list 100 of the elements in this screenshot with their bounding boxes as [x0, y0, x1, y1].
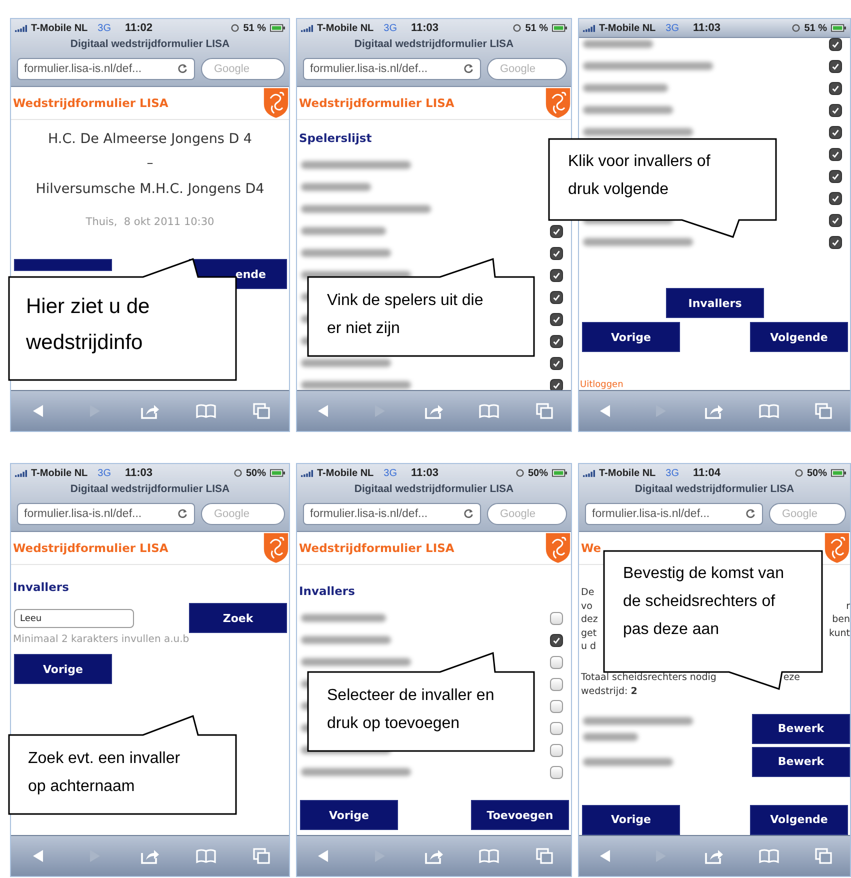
checkbox[interactable]: [829, 214, 842, 226]
checkbox[interactable]: [550, 356, 563, 370]
address-field[interactable]: formulier.lisa-is.nl/def...: [17, 502, 195, 524]
form-button[interactable]: Toevoegen: [471, 800, 569, 830]
form-button[interactable]: Invallers: [666, 288, 764, 318]
tabs-icon[interactable]: [251, 403, 272, 419]
checkbox[interactable]: [550, 766, 563, 778]
bookmarks-icon[interactable]: [758, 848, 779, 864]
lock-rotation-icon: [516, 469, 524, 477]
checkbox[interactable]: [550, 312, 563, 326]
checkbox[interactable]: [550, 700, 563, 712]
lock-rotation-icon: [231, 24, 240, 32]
bookmarks-icon[interactable]: [196, 848, 216, 864]
address-field[interactable]: formulier.lisa-is.nl/def...: [303, 58, 481, 80]
site-title: Wedstrijdformulier LISA: [13, 96, 168, 110]
page-title: Digitaal wedstrijdformulier LISA: [353, 482, 515, 496]
carrier-name: T-Mobile NL: [317, 468, 374, 478]
checkbox[interactable]: [550, 224, 563, 238]
checkbox[interactable]: [550, 656, 563, 668]
tabs-icon[interactable]: [534, 848, 554, 864]
form-button[interactable]: Volgende: [750, 804, 848, 834]
share-icon[interactable]: [704, 403, 724, 419]
info-text: vo: [581, 600, 592, 613]
page-title: Digitaal wedstrijdformulier LISA: [634, 482, 796, 496]
info-text: kunt: [829, 626, 850, 640]
form-button[interactable]: Bewerk: [752, 746, 850, 776]
form-button[interactable]: Vorige: [300, 800, 398, 830]
blurred-name: [583, 732, 638, 740]
match-date: Thuis, 8 okt 2011 10:30: [86, 216, 214, 228]
network-type: 3G: [666, 468, 680, 478]
share-icon[interactable]: [424, 848, 444, 864]
bookmarks-icon[interactable]: [478, 403, 499, 419]
form-button[interactable]: Volgende: [750, 322, 848, 352]
address-field[interactable]: formulier.lisa-is.nl/def...: [303, 502, 481, 524]
form-button[interactable]: Vorige: [582, 322, 680, 352]
site-title: Wedstrijdformulier LISA: [299, 96, 454, 110]
tabs-icon[interactable]: [251, 848, 272, 864]
carrier-name: T-Mobile NL: [317, 22, 374, 34]
address-field[interactable]: formulier.lisa-is.nl/def...: [585, 502, 763, 524]
site-title: Wedstrijdformulier LISA: [13, 541, 168, 555]
checkbox[interactable]: [550, 334, 563, 348]
battery-icon: [270, 469, 285, 477]
battery-percentage: 51 %: [804, 22, 827, 34]
info-text: u d: [581, 640, 596, 654]
checkbox[interactable]: [829, 236, 842, 248]
reload-icon[interactable]: [177, 508, 188, 519]
checkbox[interactable]: [829, 82, 842, 94]
network-type: 3G: [666, 22, 680, 34]
checkbox[interactable]: [550, 268, 563, 282]
share-icon[interactable]: [424, 403, 444, 419]
checkbox[interactable]: [829, 148, 842, 160]
tabs-icon[interactable]: [812, 403, 833, 419]
bookmarks-icon[interactable]: [478, 848, 499, 864]
checkbox[interactable]: [829, 192, 842, 204]
page-title: Digitaal wedstrijdformulier LISA: [69, 37, 231, 51]
tabs-icon[interactable]: [534, 403, 554, 419]
checkbox[interactable]: [550, 378, 563, 390]
reload-icon[interactable]: [177, 63, 188, 74]
callout-text: Vink de spelers uit die er niet zijn: [327, 291, 484, 339]
carrier-name: T-Mobile NL: [599, 22, 656, 34]
battery-percentage: 51 %: [243, 22, 266, 34]
status-time: 11:04: [693, 467, 721, 479]
lock-rotation-icon: [794, 469, 803, 477]
signal-icon: [15, 470, 27, 476]
form-button[interactable]: Vorige: [14, 654, 112, 684]
bookmarks-icon[interactable]: [758, 403, 779, 419]
checkbox[interactable]: [550, 678, 563, 690]
checkbox[interactable]: [550, 722, 563, 734]
form-button[interactable]: Bewerk: [752, 714, 850, 744]
page-title: Digitaal wedstrijdformulier LISA: [69, 482, 231, 496]
checkbox[interactable]: [550, 634, 563, 646]
signal-icon: [583, 24, 595, 32]
checkbox[interactable]: [829, 60, 842, 72]
checkbox[interactable]: [829, 170, 842, 182]
checkbox[interactable]: [550, 246, 563, 260]
network-type: 3G: [384, 468, 398, 478]
checkbox[interactable]: [550, 612, 563, 624]
address-field[interactable]: formulier.lisa-is.nl/def...: [17, 58, 195, 80]
reload-icon[interactable]: [463, 508, 474, 519]
checkbox[interactable]: [829, 104, 842, 116]
bookmarks-icon[interactable]: [196, 403, 216, 419]
form-button[interactable]: Zoek: [189, 603, 287, 633]
share-icon[interactable]: [140, 403, 160, 419]
reload-icon[interactable]: [463, 63, 474, 74]
share-icon[interactable]: [140, 848, 160, 864]
callout-text: Hier ziet u de wedstrijdinfo: [26, 294, 151, 356]
checkbox[interactable]: [550, 290, 563, 304]
surname-search-field[interactable]: Leeu: [14, 609, 134, 628]
share-icon[interactable]: [704, 848, 724, 864]
info-text: ben: [832, 613, 850, 626]
battery-icon: [552, 469, 567, 477]
info-text: Totaal scheidsrechters nodig: [581, 670, 716, 684]
status-time: 11:03: [693, 22, 721, 34]
checkbox[interactable]: [550, 744, 563, 756]
battery-icon: [831, 24, 846, 32]
tabs-icon[interactable]: [812, 848, 833, 864]
reload-icon[interactable]: [745, 508, 756, 519]
checkbox[interactable]: [829, 126, 842, 138]
form-button[interactable]: Vorige: [582, 804, 680, 834]
checkbox[interactable]: [829, 38, 842, 50]
